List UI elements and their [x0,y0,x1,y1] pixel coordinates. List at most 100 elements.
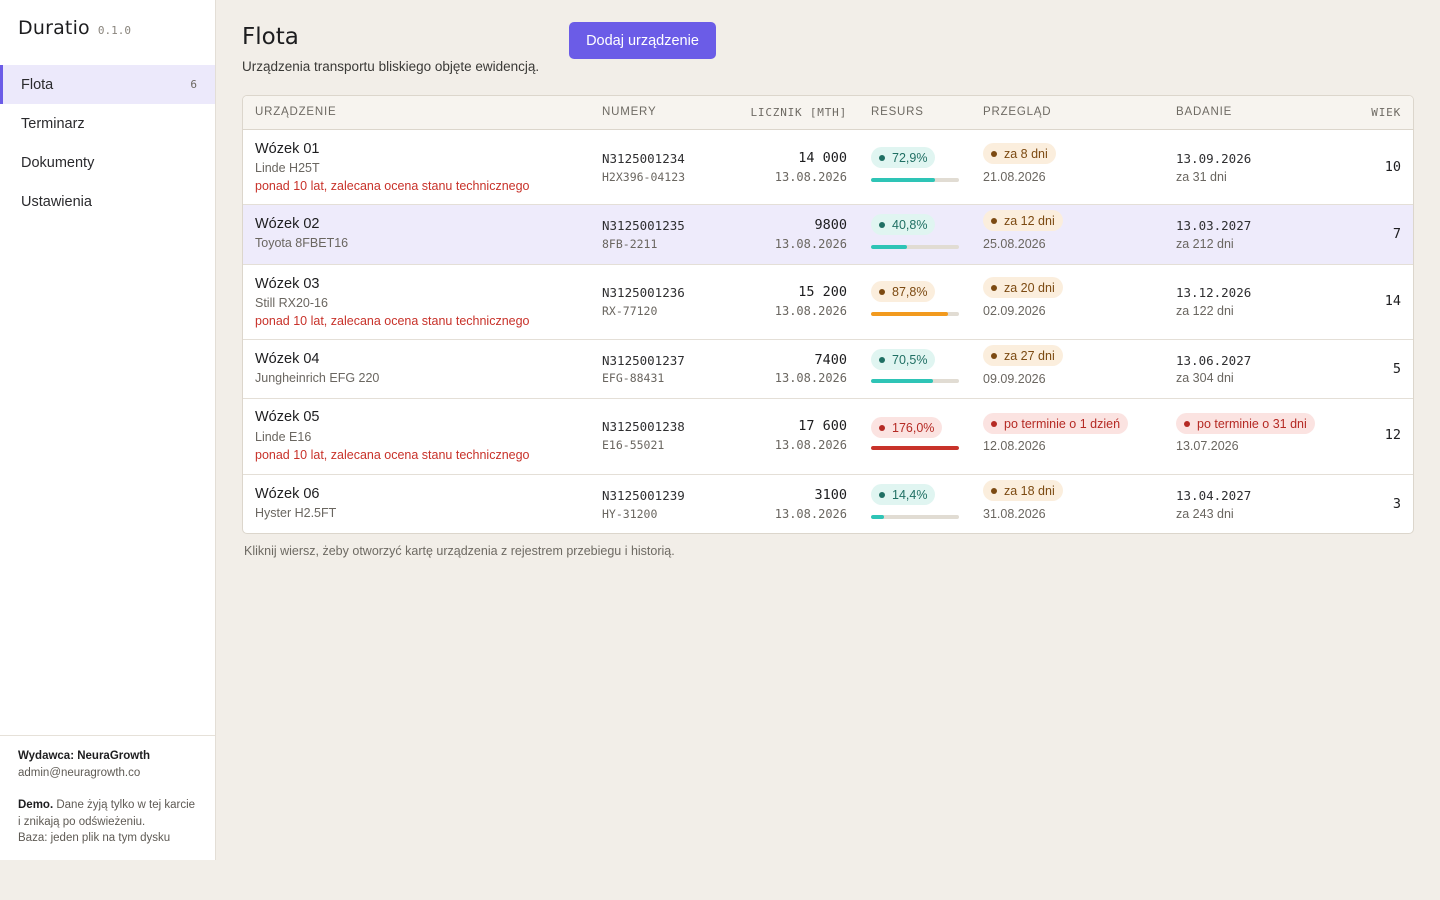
status-dot-icon [991,284,997,291]
serial-number: N3125001236 [602,285,685,300]
inspection-date: 12.08.2026 [983,439,1046,453]
counter-value: 9800 [814,217,847,233]
device-age: 10 [1384,159,1401,175]
inspection-date: 25.08.2026 [983,237,1046,251]
resource-bar-fill [871,178,936,182]
app-name: Duratio [18,17,90,39]
table-row[interactable]: Wózek 03 Still RX20-16 ponad 10 lat, zal… [243,265,1413,340]
col-header-exam[interactable]: BADANIE [1176,106,1232,118]
counter-value: 15 200 [798,284,847,300]
counter-date: 13.08.2026 [774,237,847,251]
counter-value: 17 600 [798,418,847,434]
exam-date: 13.12.2026 [1176,285,1252,300]
exam-date: 13.07.2026 [1176,439,1239,453]
age-warning: ponad 10 lat, zalecana ocena stanu techn… [255,314,530,328]
page-title: Flota [242,24,299,50]
sidebar-item-flota[interactable]: Flota 6 [0,65,215,104]
exam-remaining: za 212 dni [1176,237,1234,251]
exam-remaining: za 122 dni [1176,304,1234,318]
device-name: Wózek 05 [255,409,320,425]
registration-number: H2X396-04123 [602,170,686,184]
counter-value: 14 000 [798,150,847,166]
exam-remaining: za 243 dni [1176,507,1234,521]
serial-number: N3125001234 [602,151,685,166]
table-row[interactable]: Wózek 04 Jungheinrich EFG 220 N312500123… [243,340,1413,399]
sidebar: Duratio 0.1.0 Flota 6 Terminarz Dokument… [0,0,216,860]
demo-text-2: i znikają po odświeżeniu. [18,815,146,828]
exam-remaining: za 31 dni [1176,170,1227,184]
table-row[interactable]: Wózek 05 Linde E16 ponad 10 lat, zalecan… [243,399,1413,475]
app-version: 0.1.0 [97,24,132,37]
inspection-badge: za 27 dni [983,345,1063,366]
resource-bar [871,515,959,519]
resource-value: 72,9% [892,150,928,165]
col-header-counter[interactable]: LICZNIK [MTH] [697,106,847,119]
table-row[interactable]: Wózek 01 Linde H25T ponad 10 lat, zaleca… [243,130,1413,205]
resource-badge: 40,8% [871,214,936,235]
resource-value: 70,5% [892,352,928,367]
registration-number: HY-31200 [602,507,658,521]
resource-bar [871,245,959,249]
counter-date: 13.08.2026 [774,170,847,184]
col-header-device[interactable]: URZĄDZENIE [255,106,336,118]
exam-date: 13.04.2027 [1176,488,1252,503]
serial-number: N3125001238 [602,419,685,434]
device-age: 3 [1392,496,1401,512]
status-dot-icon [879,288,885,295]
inspection-badge-text: za 8 dni [1004,146,1048,161]
device-age: 12 [1384,427,1401,443]
inspection-date: 31.08.2026 [983,507,1046,521]
counter-value: 7400 [814,352,847,368]
col-header-inspection[interactable]: PRZEGLĄD [983,106,1051,118]
db-text: Baza: jeden plik na tym dysku [18,832,171,844]
status-dot-icon [879,491,885,498]
inspection-badge: za 20 dni [983,277,1063,298]
status-dot-icon [991,487,997,494]
publisher-email: admin@neuragrowth.co [18,766,141,779]
device-model: Hyster H2.5FT [255,506,337,520]
add-device-button[interactable]: Dodaj urządzenie [569,22,716,59]
fleet-table: URZĄDZENIE NUMERY LICZNIK [MTH] RESURS P… [242,95,1414,534]
resource-value: 14,4% [892,487,928,502]
registration-number: E16-55021 [602,438,665,452]
col-header-resource[interactable]: RESURS [871,106,924,118]
inspection-badge: po terminie o 1 dzień [983,413,1129,434]
resource-value: 40,8% [892,217,928,232]
exam-remaining: za 304 dni [1176,371,1234,385]
col-header-age[interactable]: WIEK [1361,106,1401,119]
inspection-badge-text: za 12 dni [1004,213,1055,228]
resource-bar [871,446,959,450]
status-dot-icon [991,150,997,157]
sidebar-footer: Wydawca: NeuraGrowth admin@neuragrowth.c… [0,735,215,859]
device-model: Linde H25T [255,161,320,175]
registration-number: EFG-88431 [602,371,665,385]
sidebar-item-terminarz[interactable]: Terminarz [0,104,215,143]
inspection-badge: za 12 dni [983,210,1063,231]
inspection-badge-text: za 18 dni [1004,483,1055,498]
device-model: Linde E16 [255,430,312,444]
resource-badge: 176,0% [871,417,943,438]
inspection-badge: za 18 dni [983,480,1063,501]
sidebar-item-ustawienia[interactable]: Ustawienia [0,182,215,221]
counter-date: 13.08.2026 [774,507,847,521]
exam-badge: po terminie o 31 dni [1176,413,1315,434]
table-row[interactable]: Wózek 02 Toyota 8FBET16 N3125001235 8FB-… [243,205,1413,265]
exam-badge-text: po terminie o 31 dni [1197,416,1307,431]
brand[interactable]: Duratio 0.1.0 [18,17,131,39]
age-warning: ponad 10 lat, zalecana ocena stanu techn… [255,448,530,462]
resource-badge: 14,4% [871,484,936,505]
resource-bar-fill [871,312,949,316]
status-dot-icon [991,420,997,427]
device-model: Jungheinrich EFG 220 [255,371,380,385]
sidebar-item-dokumenty[interactable]: Dokumenty [0,143,215,182]
sidebar-item-label: Ustawienia [21,193,92,210]
col-header-numbers[interactable]: NUMERY [602,106,656,118]
exam-date: 13.09.2026 [1176,151,1252,166]
table-row[interactable]: Wózek 06 Hyster H2.5FT N3125001239 HY-31… [243,475,1413,533]
inspection-badge: za 8 dni [983,143,1056,164]
status-dot-icon [1184,420,1190,427]
inspection-badge-text: za 20 dni [1004,280,1055,295]
device-model: Toyota 8FBET16 [255,236,349,250]
page-subtitle: Urządzenia transportu bliskiego objęte e… [242,59,540,74]
registration-number: 8FB-2211 [602,237,658,251]
